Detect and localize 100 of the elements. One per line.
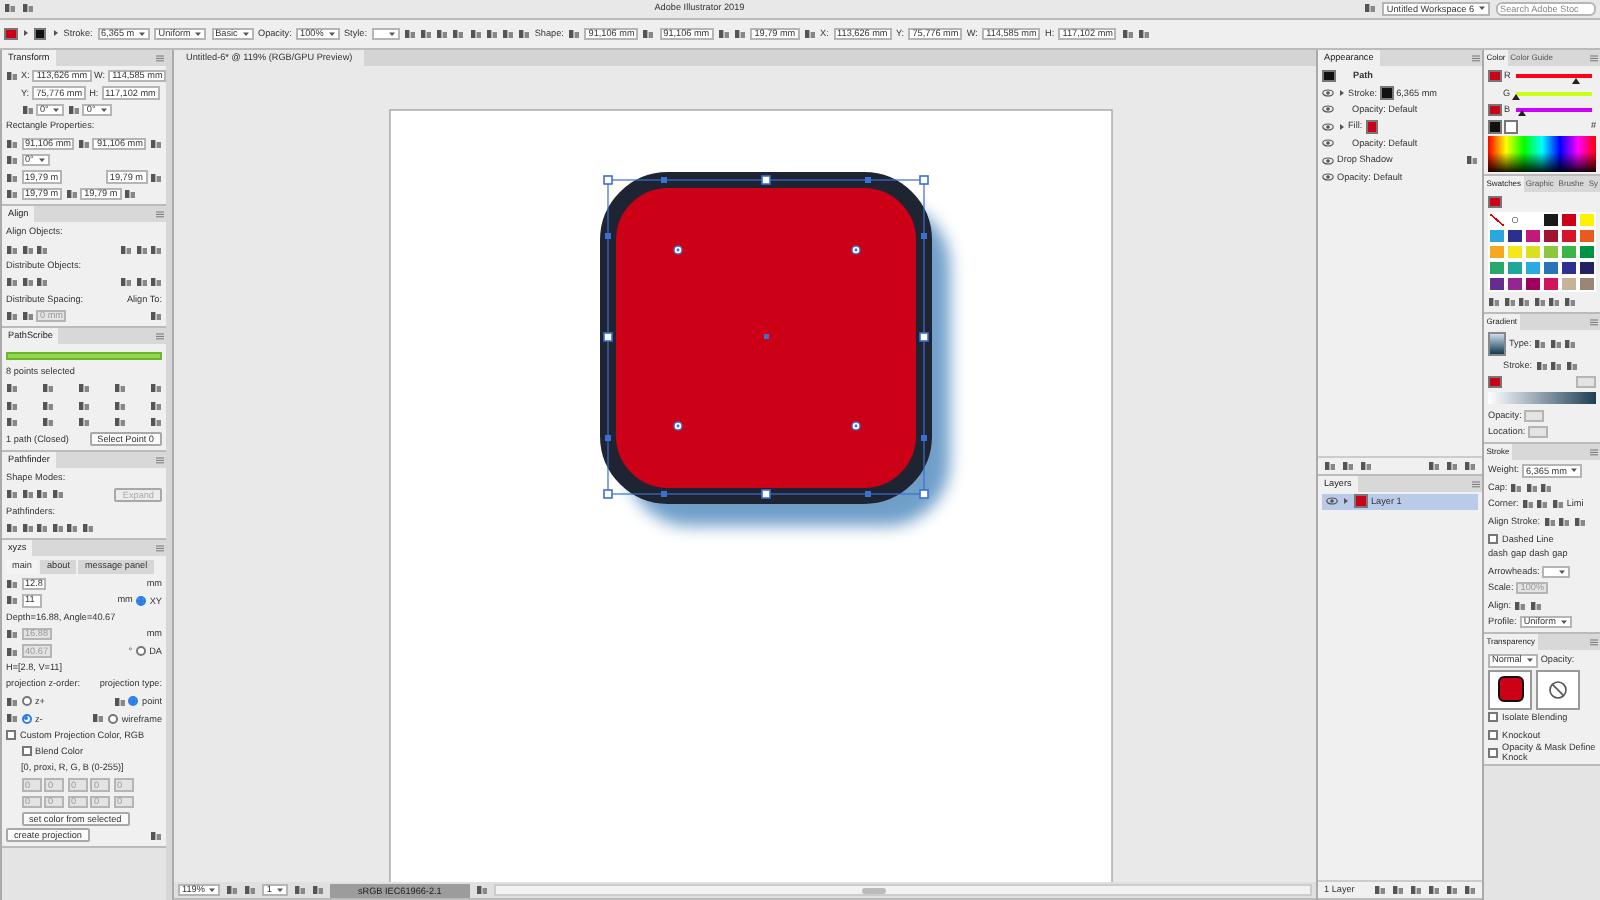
- radio-button[interactable]: [128, 696, 139, 707]
- tool-icon[interactable]: [114, 399, 126, 412]
- tool-icon[interactable]: [114, 416, 126, 429]
- tool-icon[interactable]: [135, 276, 147, 289]
- tool-icon[interactable]: [135, 243, 147, 256]
- color-swatch[interactable]: [1380, 86, 1394, 100]
- tool-icon[interactable]: [36, 243, 48, 256]
- color-swatch[interactable]: [1488, 69, 1501, 83]
- tool-icon[interactable]: [6, 276, 18, 289]
- tool-icon[interactable]: [150, 243, 162, 256]
- no-mask-thumbnail[interactable]: [1535, 669, 1579, 710]
- tool-icon[interactable]: [244, 884, 257, 896]
- tool-icon[interactable]: [6, 171, 18, 184]
- tool-icon[interactable]: [42, 382, 54, 395]
- tool-icon[interactable]: [1446, 459, 1458, 471]
- disclosure-icon[interactable]: [1342, 496, 1350, 507]
- tool-icon[interactable]: [1533, 296, 1545, 309]
- radio-button[interactable]: [135, 646, 146, 657]
- panel-menu-icon[interactable]: [1470, 50, 1482, 66]
- tool-icon[interactable]: [114, 382, 126, 395]
- tool-icon[interactable]: [65, 187, 78, 200]
- disclosure-icon[interactable]: [51, 28, 60, 39]
- tool-icon[interactable]: [1518, 296, 1530, 309]
- tool-icon[interactable]: [21, 522, 33, 535]
- tool-icon[interactable]: [6, 70, 18, 83]
- tool-icon[interactable]: [6, 310, 18, 323]
- tool-icon[interactable]: [1543, 515, 1556, 528]
- none-swatch[interactable]: [1488, 211, 1506, 228]
- tool-icon[interactable]: [150, 399, 162, 412]
- tool-icon[interactable]: [1428, 459, 1440, 471]
- tool-icon[interactable]: [1464, 884, 1476, 896]
- tool-icon[interactable]: [1121, 27, 1134, 40]
- visibility-icon[interactable]: [1322, 104, 1334, 115]
- tool-icon[interactable]: [21, 103, 33, 116]
- color-slider[interactable]: [1516, 91, 1592, 96]
- color-swatch[interactable]: [1488, 375, 1501, 389]
- gradient-bar[interactable]: [1488, 392, 1596, 405]
- tool-icon[interactable]: [6, 577, 18, 590]
- radio-button[interactable]: [135, 595, 146, 606]
- tool-icon[interactable]: [6, 628, 18, 641]
- tool-icon[interactable]: [124, 187, 137, 200]
- tool-icon[interactable]: [78, 399, 90, 412]
- checkbox[interactable]: [1488, 747, 1498, 758]
- tool-icon[interactable]: [150, 382, 162, 395]
- tool-icon[interactable]: [150, 171, 162, 184]
- tool-icon[interactable]: [642, 27, 655, 40]
- tool-icon[interactable]: [1525, 481, 1538, 494]
- tool-icon[interactable]: [6, 382, 18, 395]
- tool-icon[interactable]: [51, 488, 63, 501]
- tool-icon[interactable]: [42, 416, 54, 429]
- tool-icon[interactable]: [6, 416, 18, 429]
- tool-icon[interactable]: [6, 695, 18, 708]
- tool-icon[interactable]: [501, 27, 514, 40]
- tool-icon[interactable]: [803, 27, 816, 40]
- tool-icon[interactable]: [6, 645, 18, 658]
- tool-icon[interactable]: [1360, 459, 1372, 471]
- gradient-thumbnail[interactable]: [1488, 332, 1506, 357]
- tool-icon[interactable]: [6, 137, 18, 150]
- visibility-icon[interactable]: [1322, 155, 1334, 166]
- tool-icon[interactable]: [293, 884, 306, 896]
- tool-icon[interactable]: [485, 27, 498, 40]
- tool-icon[interactable]: [42, 399, 54, 412]
- tool-icon[interactable]: [1374, 884, 1386, 896]
- tool-icon[interactable]: [1564, 338, 1577, 351]
- color-swatch[interactable]: [1488, 120, 1501, 134]
- tool-icon[interactable]: [475, 884, 488, 896]
- color-swatch[interactable]: [1365, 120, 1379, 134]
- color-swatch[interactable]: [33, 27, 47, 41]
- tool-icon[interactable]: [77, 137, 90, 150]
- tool-icon[interactable]: [6, 154, 18, 167]
- tool-icon[interactable]: [4, 2, 16, 15]
- tool-icon[interactable]: [452, 27, 465, 40]
- tool-icon[interactable]: [226, 884, 239, 896]
- color-spectrum[interactable]: [1488, 135, 1596, 172]
- tool-icon[interactable]: [67, 103, 80, 116]
- tool-icon[interactable]: [1503, 296, 1515, 309]
- tool-icon[interactable]: [1466, 154, 1478, 167]
- tool-icon[interactable]: [1536, 498, 1549, 511]
- tool-icon[interactable]: [1510, 481, 1523, 494]
- tool-icon[interactable]: [1534, 338, 1547, 351]
- radio-button[interactable]: [21, 713, 31, 724]
- tool-icon[interactable]: [1549, 338, 1562, 351]
- visibility-icon[interactable]: [1322, 172, 1334, 183]
- tool-icon[interactable]: [1364, 2, 1377, 15]
- disclosure-icon[interactable]: [1337, 88, 1345, 99]
- panel-menu-icon[interactable]: [154, 206, 166, 223]
- tool-icon[interactable]: [1446, 884, 1458, 896]
- panel-menu-icon[interactable]: [154, 328, 166, 345]
- tool-icon[interactable]: [6, 243, 18, 256]
- tool-icon[interactable]: [1535, 359, 1548, 372]
- color-swatch[interactable]: [1488, 195, 1501, 208]
- tool-icon[interactable]: [21, 243, 33, 256]
- visibility-icon[interactable]: [1326, 496, 1338, 507]
- tool-icon[interactable]: [1551, 498, 1564, 511]
- horizontal-scrollbar[interactable]: [493, 884, 1312, 896]
- tool-icon[interactable]: [120, 276, 132, 289]
- tool-icon[interactable]: [6, 712, 18, 725]
- tool-icon[interactable]: [1548, 296, 1560, 309]
- tool-icon[interactable]: [113, 695, 126, 708]
- tool-icon[interactable]: [420, 27, 433, 40]
